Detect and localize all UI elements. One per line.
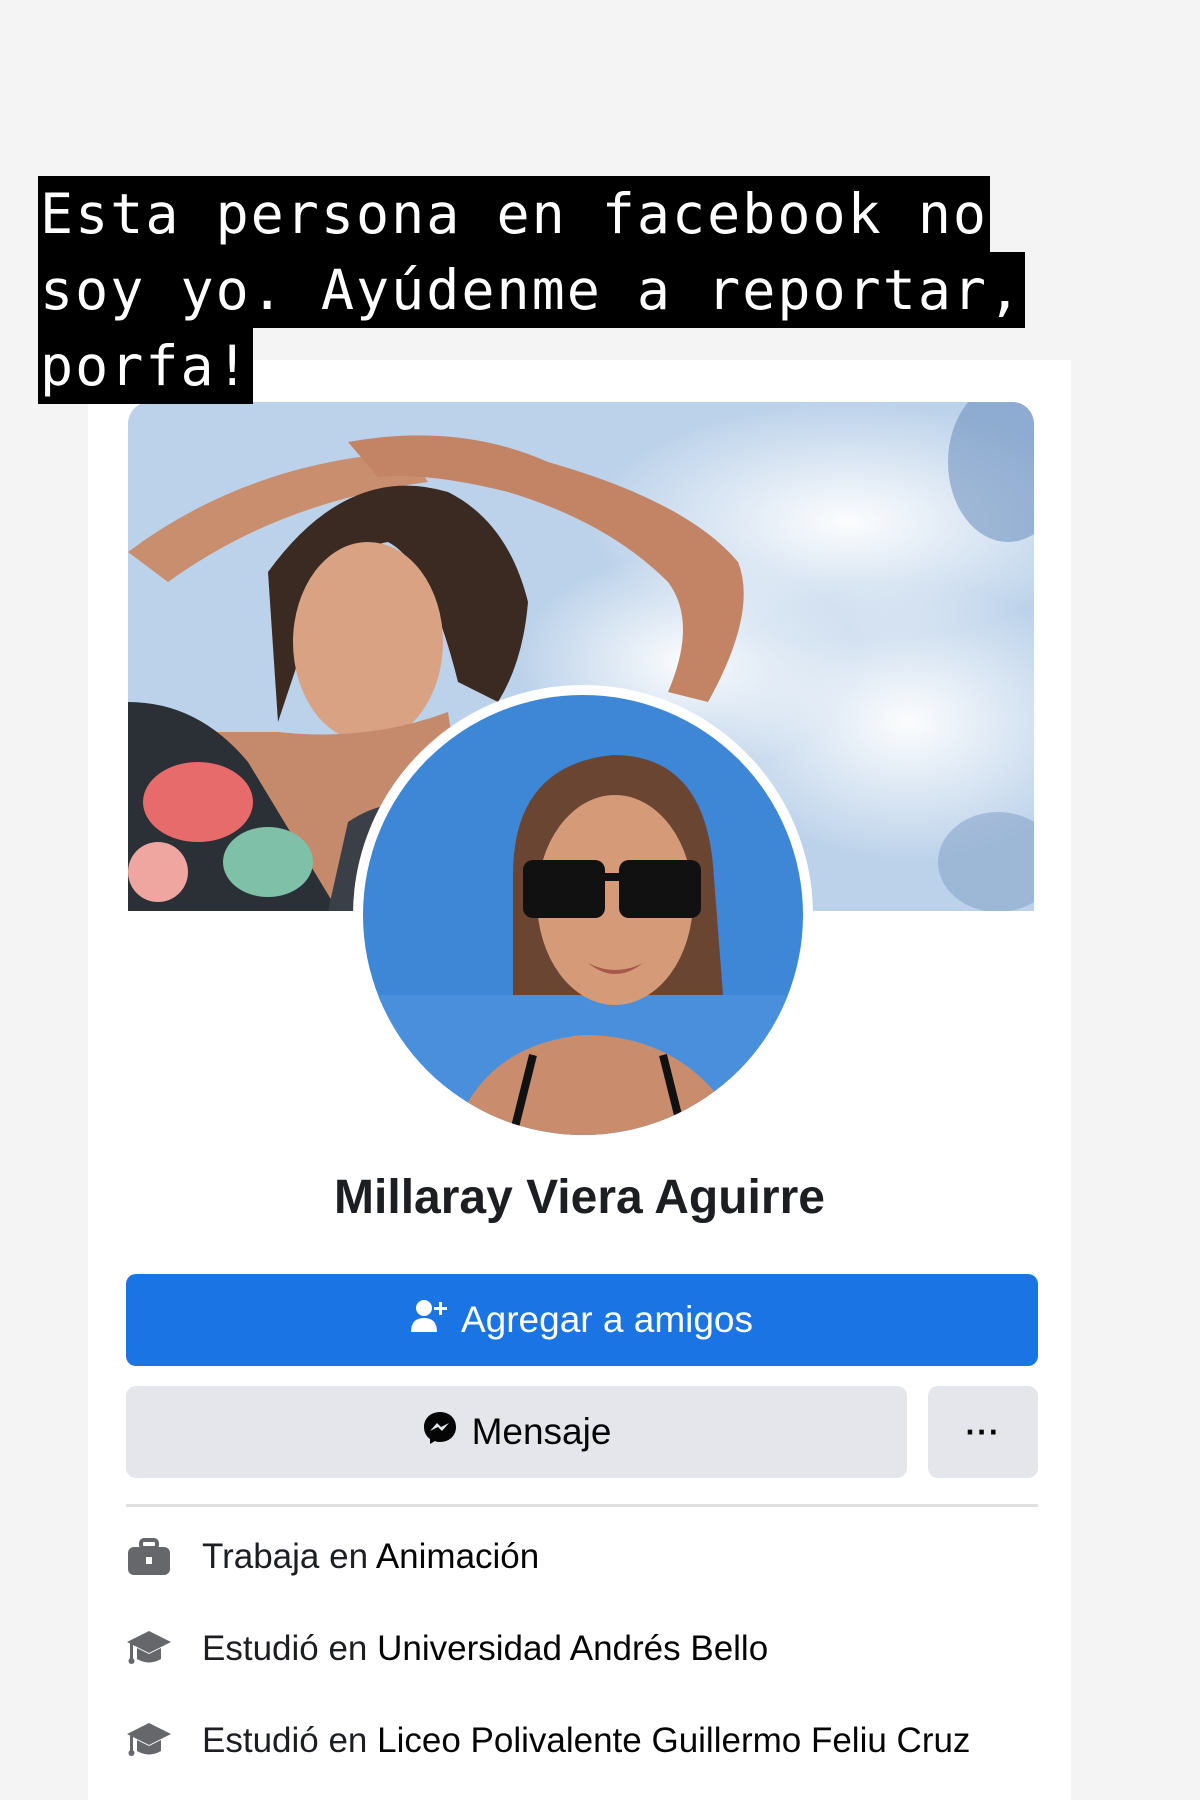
story-caption: Esta persona en facebook no soy yo. Ayúd… — [38, 176, 1200, 404]
detail-education: Estudió en Universidad Andrés Bello — [126, 1628, 1038, 1670]
graduation-cap-icon — [126, 1628, 172, 1670]
profile-picture-image — [363, 695, 803, 1135]
message-label: Mensaje — [471, 1411, 612, 1452]
add-friend-label: Agregar a amigos — [460, 1299, 754, 1340]
detail-value[interactable]: Universidad Andrés Bello — [377, 1629, 768, 1668]
divider — [126, 1504, 1038, 1507]
detail-prefix: Trabaja en — [202, 1537, 376, 1576]
profile-picture[interactable] — [353, 685, 813, 1145]
message-button[interactable]: Mensaje — [126, 1386, 907, 1478]
detail-education: Estudió en Liceo Polivalente Guillermo F… — [126, 1720, 1038, 1762]
detail-prefix: Estudió en — [202, 1721, 378, 1760]
messenger-icon — [422, 1410, 458, 1455]
detail-value[interactable]: Liceo Polivalente Guillermo Feliu Cruz — [377, 1721, 970, 1760]
caption-line: soy yo. Ayúdenme a reportar, — [38, 252, 1026, 328]
detail-work: Trabaja en Animación — [126, 1536, 1038, 1578]
profile-name: Millaray Viera Aguirre — [334, 1171, 825, 1224]
caption-line: porfa! — [38, 328, 253, 404]
detail-prefix: Estudió en — [202, 1629, 378, 1668]
add-friend-button[interactable]: Agregar a amigos — [126, 1274, 1038, 1366]
add-friend-icon — [410, 1299, 447, 1342]
caption-line: Esta persona en facebook no — [38, 176, 991, 252]
profile-card: Millaray Viera Aguirre Agregar a amigos … — [88, 360, 1071, 1800]
more-options-button[interactable]: ··· — [928, 1386, 1038, 1478]
detail-value[interactable]: Animación — [376, 1537, 539, 1576]
briefcase-icon — [126, 1536, 172, 1578]
graduation-cap-icon — [126, 1720, 172, 1762]
more-icon: ··· — [965, 1413, 1001, 1450]
